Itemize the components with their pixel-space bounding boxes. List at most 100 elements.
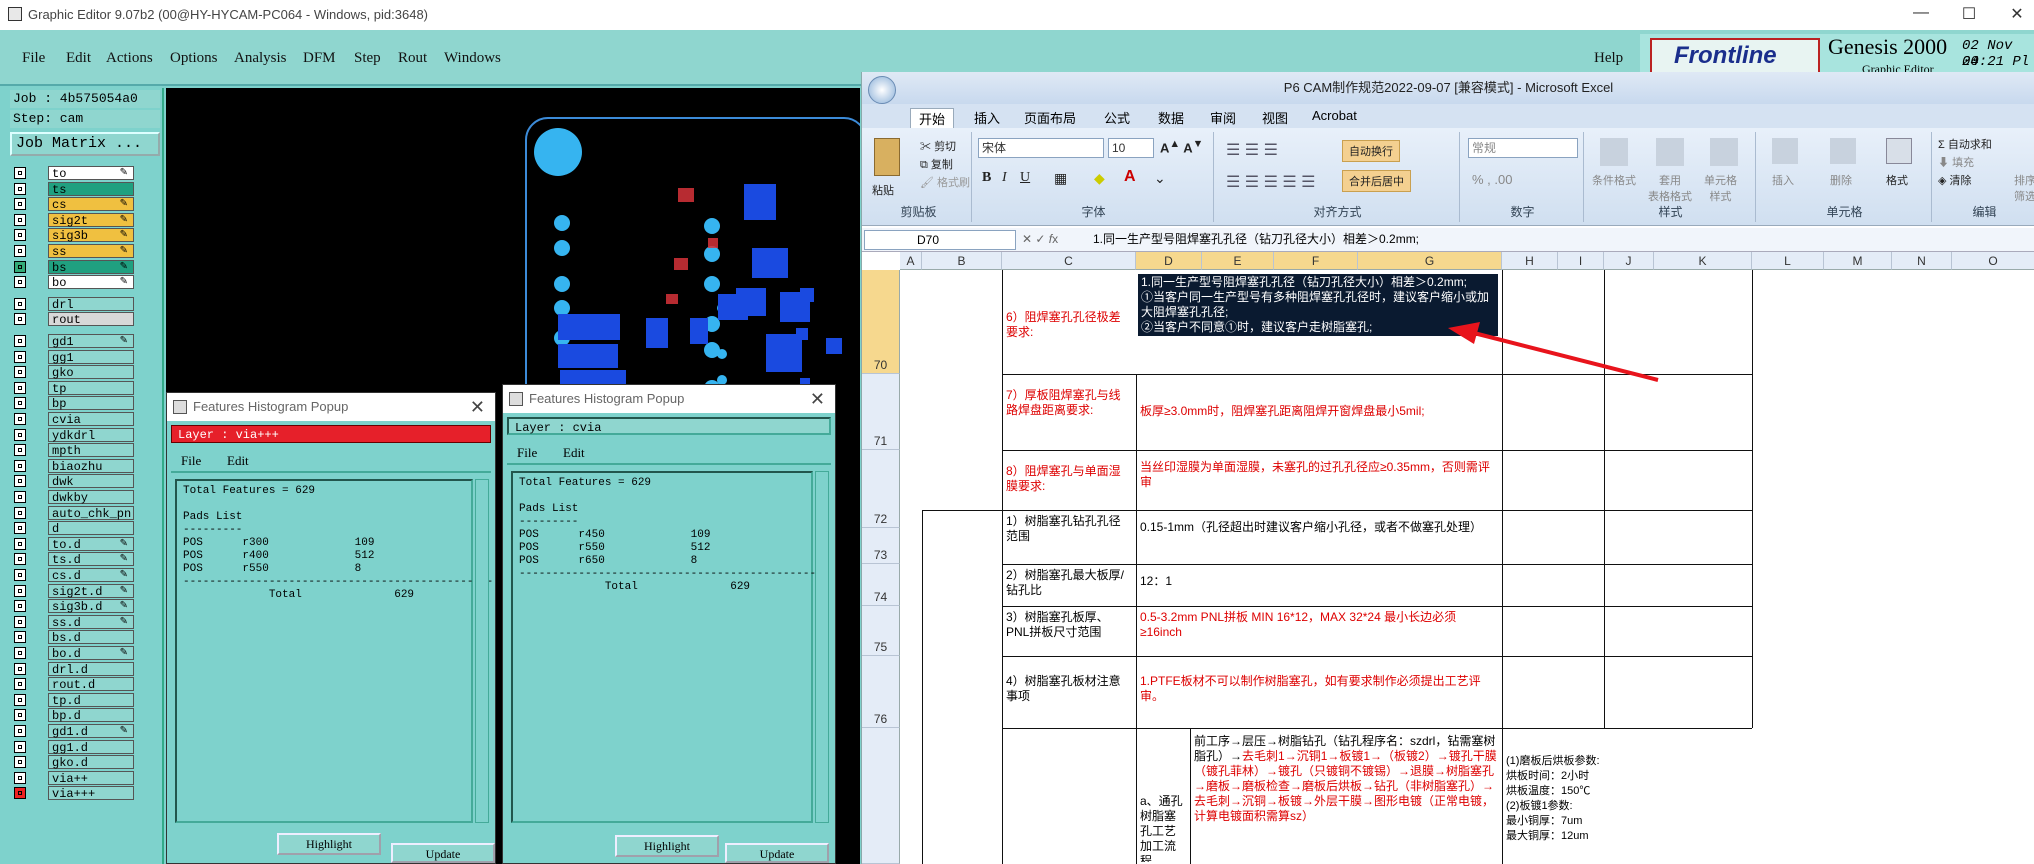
column-header-i[interactable]: I — [1558, 252, 1604, 270]
layer-row-cvia[interactable]: cvia — [14, 412, 134, 427]
cell-c72[interactable]: 8）阻焊塞孔与单面湿膜要求: — [1002, 462, 1136, 512]
layer-checkbox[interactable] — [14, 569, 26, 581]
layer-row-ydkdrl[interactable]: ydkdrl — [14, 427, 134, 443]
table-format-button[interactable]: 套用 表格格式 — [1648, 172, 1692, 204]
merge-center-button[interactable]: 合并后居中 — [1342, 170, 1411, 192]
cell-c70[interactable]: 6）阻焊塞孔孔径极差要求: — [1002, 302, 1136, 362]
layer-checkbox[interactable] — [14, 787, 26, 800]
column-header-n[interactable]: N — [1892, 252, 1952, 270]
layer-checkbox[interactable] — [14, 366, 26, 379]
popup-1-highlight-button[interactable]: Highlight — [277, 833, 381, 855]
layer-row-gg1-d[interactable]: gg1.d — [14, 739, 134, 755]
layer-row-d[interactable]: d — [14, 521, 134, 536]
grow-font-button[interactable]: A▲ A▼ — [1160, 138, 1203, 155]
layer-row-tp-d[interactable]: tp.d — [14, 692, 134, 708]
layer-checkbox[interactable] — [14, 709, 26, 722]
layer-row-rout-d[interactable]: rout.d — [14, 677, 134, 692]
menu-edit[interactable]: Edit — [66, 50, 91, 67]
layer-checkbox[interactable] — [14, 350, 26, 363]
bold-button[interactable]: B — [982, 170, 991, 186]
popup-1-menu-edit[interactable]: Edit — [227, 453, 249, 469]
delete-button[interactable]: 删除 — [1830, 172, 1852, 188]
italic-button[interactable]: I — [1002, 170, 1007, 186]
layer-checkbox[interactable] — [14, 198, 26, 211]
column-header-b[interactable]: B — [922, 252, 1002, 270]
popup-2-menu-edit[interactable]: Edit — [563, 445, 585, 461]
underline-button[interactable]: U — [1020, 170, 1030, 186]
layer-row-biaozhu[interactable]: biaozhu — [14, 458, 134, 474]
layer-row-ts-d[interactable]: ts.d ✎ — [14, 552, 134, 567]
insert-button[interactable]: 插入 — [1772, 172, 1794, 188]
layer-row-to-d[interactable]: to.d ✎ — [14, 536, 134, 552]
row-header-74[interactable]: 74 — [862, 564, 900, 606]
layer-checkbox[interactable] — [14, 506, 26, 519]
cut-button[interactable]: ✂ 剪切 — [920, 138, 956, 154]
layer-checkbox[interactable] — [14, 335, 26, 347]
layer-row-gd1[interactable]: gd1 ✎ — [14, 334, 134, 349]
layer-row-via--[interactable]: via++ — [14, 770, 134, 786]
name-box[interactable]: D70 — [864, 230, 1016, 250]
tab-view[interactable]: 视图 — [1262, 108, 1288, 127]
layer-checkbox[interactable] — [14, 740, 26, 753]
popup-1-close-icon[interactable]: ✕ — [470, 393, 485, 421]
clear-button[interactable]: ◈ 清除 — [1938, 172, 1972, 188]
sort-filter-button[interactable]: 排序和 筛选 — [2014, 172, 2034, 204]
tab-home[interactable]: 开始 — [910, 108, 955, 128]
row-header-75[interactable]: 75 — [862, 606, 900, 656]
tab-acrobat[interactable]: Acrobat — [1312, 108, 1357, 123]
menu-help[interactable]: Help — [1594, 50, 1623, 67]
layer-row-ss-d[interactable]: ss.d ✎ — [14, 614, 134, 630]
cell-c71[interactable]: 7）厚板阻焊塞孔与线路焊盘距离要求: — [1002, 386, 1136, 436]
close-button[interactable]: ✕ — [2002, 4, 2032, 26]
percent-icon[interactable]: % , .00 — [1472, 172, 1512, 187]
cell-d72[interactable]: 当丝印湿膜为单面湿膜，未塞孔的过孔孔径应≥0.35mm，否则需评审 — [1136, 458, 1502, 498]
format-button[interactable]: 格式 — [1886, 172, 1908, 188]
cell-d74[interactable]: 12：1 — [1136, 572, 1502, 602]
layer-row-mpth[interactable]: mpth — [14, 443, 134, 458]
layer-row-sig2t-d[interactable]: sig2t.d ✎ — [14, 583, 134, 599]
column-header-l[interactable]: L — [1752, 252, 1824, 270]
row-header-77[interactable] — [862, 728, 900, 864]
layer-row-gko[interactable]: gko — [14, 365, 134, 380]
popup-2-scrollbar[interactable] — [815, 471, 829, 823]
cell-e77[interactable]: 前工序→层压→树脂钻孔（钻孔程序名：szdrl，钻需塞树脂孔）→去毛刺1→沉铜1… — [1190, 732, 1502, 864]
row-header-72[interactable]: 72 — [862, 450, 900, 528]
column-header-d[interactable]: D — [1136, 252, 1202, 270]
layer-checkbox[interactable] — [14, 537, 26, 550]
menu-windows[interactable]: Windows — [444, 50, 501, 67]
cell-d73[interactable]: 0.15-1mm（孔径超出时建议客户缩小孔径，或者不做塞孔处理） — [1136, 518, 1502, 558]
cell-d75[interactable]: 0.5-3.2mm PNL拼板 MIN 16*12，MAX 32*24 最小长边… — [1136, 608, 1502, 654]
popup-2-highlight-button[interactable]: Highlight — [615, 835, 719, 857]
office-button[interactable] — [868, 76, 896, 104]
cell-d76[interactable]: 1.PTFE板材不可以制作树脂塞孔，如有要求制作必须提出工艺评审。 — [1136, 672, 1502, 722]
layer-row-dwkby[interactable]: dwkby — [14, 490, 134, 505]
layer-row-cs-d[interactable]: cs.d ✎ — [14, 568, 134, 583]
row-header-73[interactable]: 73 — [862, 528, 900, 564]
layer-row-bo-d[interactable]: bo.d ✎ — [14, 646, 134, 661]
formula-input[interactable]: 1.同一生产型号阻焊塞孔孔径（钻刀孔径大小）相差＞0.2mm; — [1090, 230, 2034, 250]
layer-checkbox[interactable] — [14, 756, 26, 769]
font-size-box[interactable]: 10 — [1108, 138, 1154, 158]
layer-checkbox[interactable] — [14, 229, 26, 242]
tab-data[interactable]: 数据 — [1158, 108, 1184, 127]
layer-row-rout[interactable]: rout — [14, 312, 134, 327]
column-header-j[interactable]: J — [1604, 252, 1654, 270]
phonetic-icon[interactable]: ⌄ — [1154, 170, 1166, 187]
layer-checkbox[interactable] — [14, 693, 26, 706]
layer-checkbox[interactable] — [14, 678, 26, 691]
layer-row-bs-d[interactable]: bs.d — [14, 630, 134, 645]
layer-row-sig3b-d[interactable]: sig3b.d ✎ — [14, 599, 134, 614]
cell-c75[interactable]: 3）树脂塞孔板厚、PNL拼板尺寸范围 — [1002, 608, 1136, 656]
align-left-icon[interactable]: ☰ ☰ ☰ ☰ ☰ — [1226, 172, 1316, 192]
autosum-button[interactable]: Σ 自动求和 — [1938, 136, 1992, 152]
menu-step[interactable]: Step — [354, 50, 381, 67]
layer-row-bs[interactable]: bs ✎ — [14, 259, 134, 275]
layer-row-ts[interactable]: ts — [14, 181, 134, 197]
layer-checkbox[interactable] — [14, 662, 26, 675]
column-header-f[interactable]: F — [1274, 252, 1358, 270]
row-header-71[interactable]: 71 — [862, 374, 900, 450]
maximize-button[interactable]: ☐ — [1954, 4, 1984, 26]
font-name-box[interactable]: 宋体 — [978, 138, 1104, 158]
layer-checkbox[interactable] — [14, 313, 26, 326]
format-painter-button[interactable]: 🖌 格式刷 — [920, 174, 970, 190]
